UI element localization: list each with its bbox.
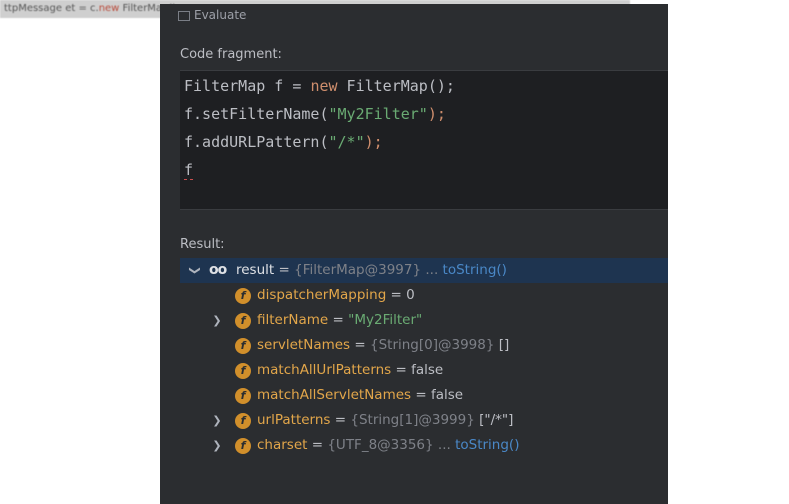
- strip-text-a: ttpMessage et = c.: [4, 3, 99, 14]
- code-token: new: [310, 77, 338, 95]
- field-icon: f: [235, 288, 251, 304]
- field-eq: =: [391, 362, 412, 378]
- result-ref: {FilterMap@3997}: [294, 262, 422, 278]
- field-name: matchAllServletNames: [257, 387, 412, 403]
- code-token: "My2Filter": [328, 105, 428, 123]
- field-value: 0: [406, 287, 415, 303]
- field-name: filterName: [257, 312, 329, 328]
- field-icon: f: [235, 413, 251, 429]
- window-icon: [178, 10, 190, 21]
- code-line: f: [184, 159, 194, 181]
- field-name: dispatcherMapping: [257, 287, 387, 303]
- field-eq: =: [328, 312, 349, 328]
- field-name: matchAllUrlPatterns: [257, 362, 392, 378]
- strip-text-red: new: [98, 3, 120, 14]
- field-text: matchAllServletNames = false: [257, 383, 463, 408]
- field-eq: =: [411, 387, 431, 403]
- code-fragment-label: Code fragment:: [180, 47, 282, 62]
- code-line: FilterMap f = new FilterMap();: [184, 75, 455, 97]
- field-eq: =: [386, 287, 407, 303]
- field-text: dispatcherMapping = 0: [257, 283, 415, 308]
- field-text: charset = {UTF_8@3356} ... toString(): [257, 433, 519, 458]
- field-eq: =: [307, 437, 328, 453]
- result-dots: ...: [421, 262, 443, 278]
- result-root-text: result = {FilterMap@3997} ... toString(): [236, 258, 507, 283]
- field-value: ...: [433, 437, 456, 453]
- field-row-filterName[interactable]: ❯ f filterName = "My2Filter": [180, 308, 668, 333]
- code-token: f: [184, 161, 194, 180]
- field-row-matchAllServletNames[interactable]: f matchAllServletNames = false: [180, 383, 668, 408]
- result-name: result: [236, 262, 275, 278]
- field-icon: f: [235, 313, 251, 329]
- code-editor[interactable]: FilterMap f = new FilterMap(); f.setFilte…: [180, 70, 668, 210]
- field-name: urlPatterns: [257, 412, 331, 428]
- field-icon: f: [235, 438, 251, 454]
- chevron-right-icon[interactable]: ❯: [212, 408, 222, 433]
- code-line: f.setFilterName("My2Filter");: [184, 103, 446, 125]
- chevron-right-icon[interactable]: ❯: [212, 433, 222, 458]
- result-root-row[interactable]: ❯ oo result = {FilterMap@3997} ... toStr…: [180, 258, 668, 283]
- field-value: false: [411, 362, 444, 378]
- field-value: "My2Filter": [348, 312, 423, 328]
- field-row-dispatcherMapping[interactable]: f dispatcherMapping = 0: [180, 283, 668, 308]
- field-row-servletNames[interactable]: f servletNames = {String[0]@3998} []: [180, 333, 668, 358]
- chevron-down-icon[interactable]: ❯: [183, 266, 208, 276]
- field-row-charset[interactable]: ❯ f charset = {UTF_8@3356} ... toString(): [180, 433, 668, 458]
- evaluate-dialog: Evaluate Code fragment: FilterMap f = ne…: [160, 4, 668, 504]
- code-token: f.addURLPattern(: [184, 133, 329, 151]
- code-token: FilterMap f =: [184, 77, 311, 95]
- glasses-icon: oo: [209, 262, 227, 278]
- field-icon: f: [235, 338, 251, 354]
- code-token: );: [364, 133, 383, 151]
- window-title-text: Evaluate: [194, 8, 247, 22]
- field-row-matchAllUrlPatterns[interactable]: f matchAllUrlPatterns = false: [180, 358, 668, 383]
- code-token: );: [427, 105, 446, 123]
- field-text: matchAllUrlPatterns = false: [257, 358, 443, 383]
- field-icon: f: [235, 388, 251, 404]
- code-token: FilterMap();: [337, 77, 455, 95]
- code-token: f.setFilterName(: [184, 105, 329, 123]
- field-icon: f: [235, 363, 251, 379]
- field-value: ["/*"]: [479, 412, 514, 428]
- code-token: "/*": [328, 133, 365, 151]
- field-row-urlPatterns[interactable]: ❯ f urlPatterns = {String[1]@3999} ["/*"]: [180, 408, 668, 433]
- to-string-link[interactable]: toString(): [443, 262, 507, 278]
- code-line: f.addURLPattern("/*");: [184, 131, 383, 153]
- field-text: filterName = "My2Filter": [257, 308, 422, 333]
- field-text: servletNames = {String[0]@3998} []: [257, 333, 509, 358]
- field-eq: =: [330, 412, 351, 428]
- window-title: Evaluate: [178, 4, 246, 26]
- field-ref: {String[0]@3998}: [370, 337, 499, 353]
- result-eq: =: [274, 262, 295, 278]
- field-text: urlPatterns = {String[1]@3999} ["/*"]: [257, 408, 513, 433]
- field-ref: {UTF_8@3356}: [327, 437, 434, 453]
- field-name: servletNames: [257, 337, 351, 353]
- chevron-right-icon[interactable]: ❯: [212, 308, 222, 333]
- result-label: Result:: [180, 237, 225, 252]
- field-ref: {String[1]@3999}: [350, 412, 480, 428]
- field-value: []: [498, 337, 510, 353]
- field-name: charset: [257, 437, 308, 453]
- to-string-link[interactable]: toString(): [455, 437, 519, 453]
- field-eq: =: [350, 337, 370, 353]
- field-value: false: [430, 387, 464, 403]
